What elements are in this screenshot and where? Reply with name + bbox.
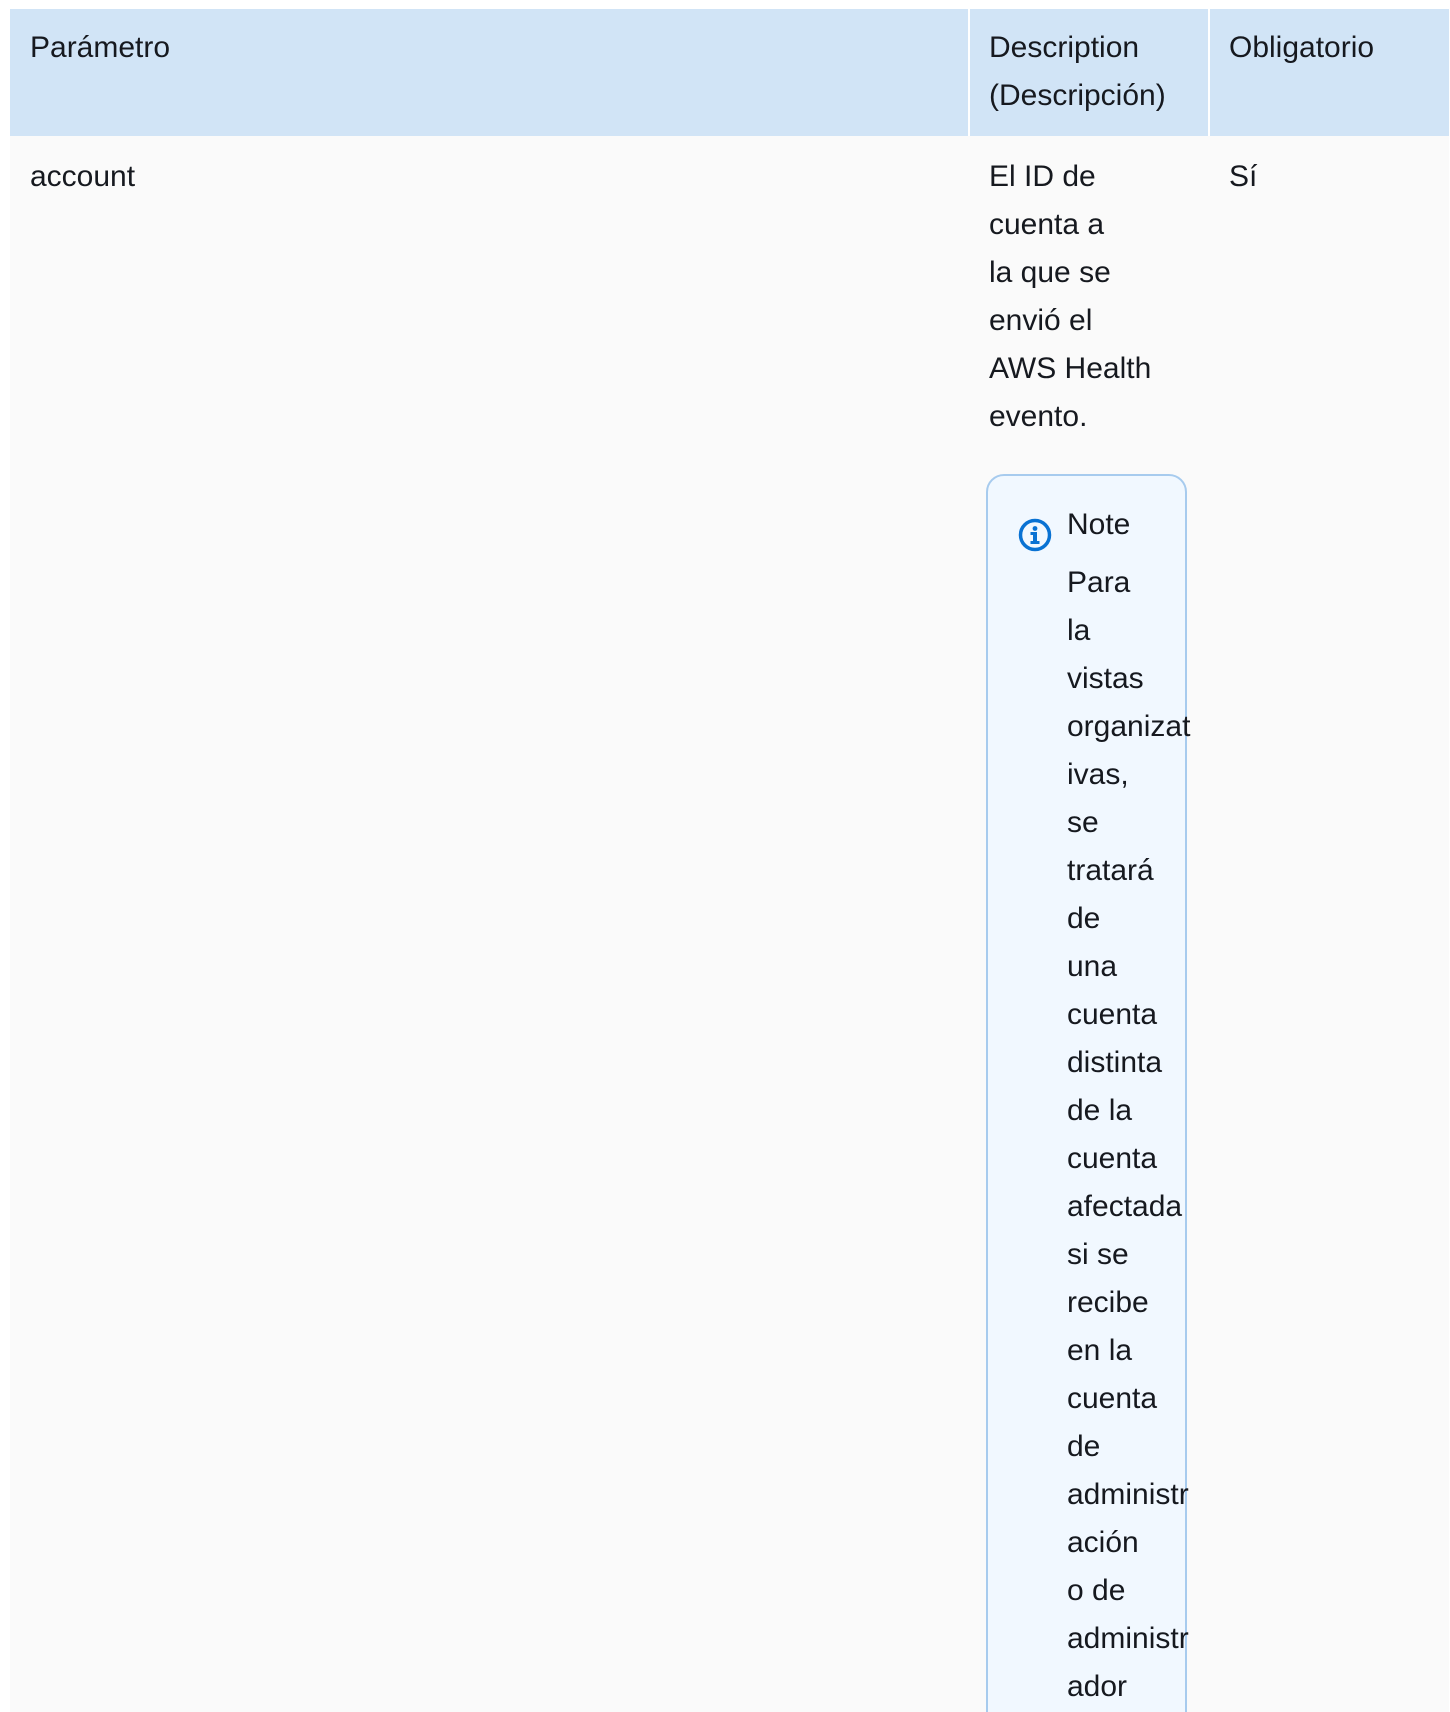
column-divider xyxy=(968,9,970,136)
cell-parameter: account xyxy=(30,160,136,193)
header-description: Description (Descripción) xyxy=(989,31,1166,112)
info-icon xyxy=(1018,518,1052,552)
note-title: Note xyxy=(1067,508,1131,541)
header-required: Obligatorio xyxy=(1229,31,1375,64)
parameters-table: Parámetro Description (Descripción) Obli… xyxy=(10,9,1449,1712)
note-callout: Note Para la vistas organizat ivas, se t… xyxy=(986,474,1191,1712)
header-parameter: Parámetro xyxy=(30,31,171,64)
note-body: Para la vistas organizat ivas, se tratar… xyxy=(1067,566,1191,1703)
page: Parámetro Description (Descripción) Obli… xyxy=(0,0,1450,1712)
cell-description: El ID de cuenta a la que se envió el AWS… xyxy=(989,160,1152,433)
column-divider xyxy=(1208,9,1210,136)
table-header-row: Parámetro Description (Descripción) Obli… xyxy=(10,9,1449,136)
cell-required: Sí xyxy=(1229,160,1258,193)
